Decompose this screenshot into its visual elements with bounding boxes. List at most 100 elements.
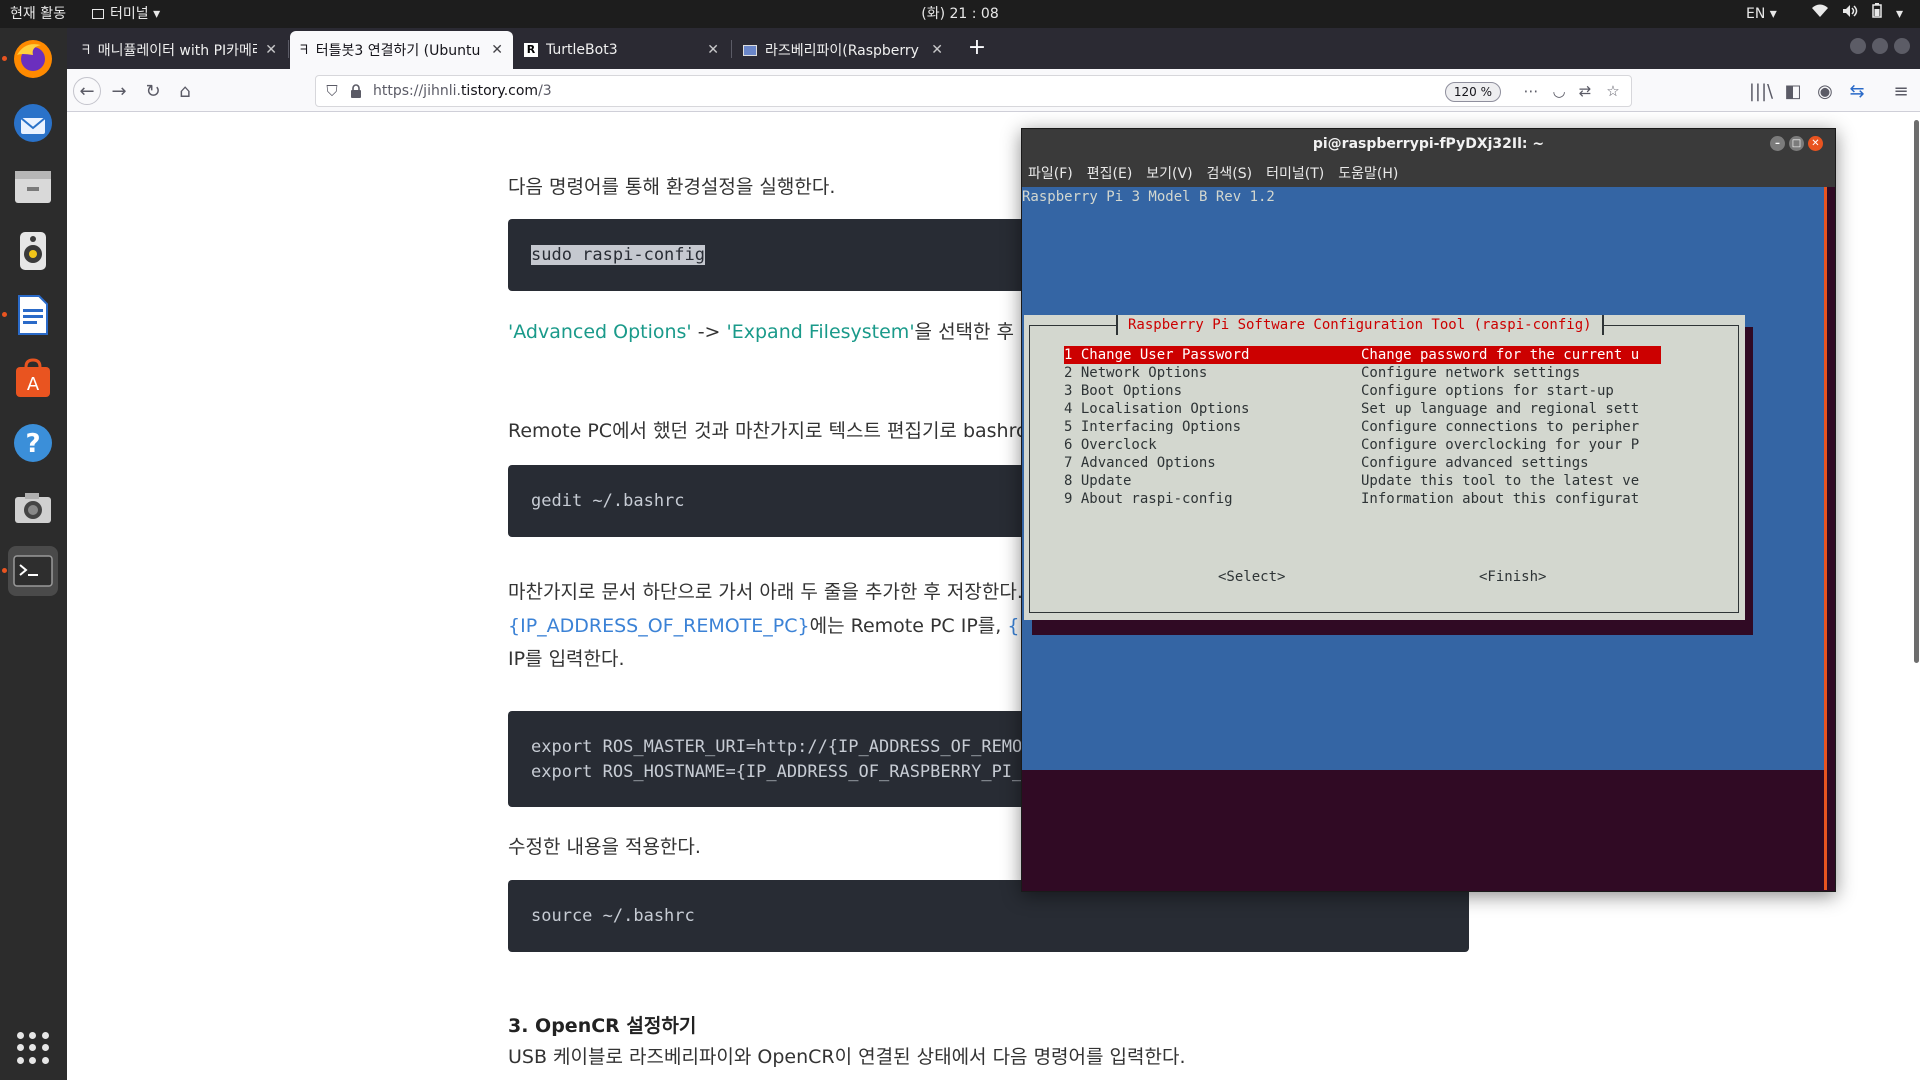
option-desc: Configure network settings	[1361, 365, 1581, 381]
menu-option-2[interactable]: 2 Network Options Configure network setti…	[1064, 364, 1661, 382]
tab-turtlebot3[interactable]: R TurtleBot3 ✕	[514, 31, 729, 69]
back-button[interactable]: ←	[73, 77, 101, 105]
dock-terminal[interactable]	[8, 546, 58, 596]
url-path: /3	[538, 83, 552, 99]
menu-option-1[interactable]: 1 Change User Password Change password fo…	[1064, 346, 1661, 364]
menu-file[interactable]: 파일(F)	[1028, 163, 1073, 183]
close-window-button[interactable]: ✕	[1808, 136, 1823, 151]
menu-option-5[interactable]: 5 Interfacing Options Configure connectio…	[1064, 418, 1661, 436]
zoom-level-badge[interactable]: 120 %	[1444, 82, 1501, 102]
terminal-small-icon	[92, 9, 104, 19]
dock-software[interactable]: A	[8, 354, 58, 404]
show-applications-icon[interactable]	[17, 1032, 49, 1064]
option-label: 1 Change User Password	[1064, 347, 1250, 363]
input-language[interactable]: EN ▾	[1746, 0, 1777, 28]
pocket-icon[interactable]: ◡	[1549, 81, 1569, 101]
dock-files[interactable]	[8, 162, 58, 212]
menu-option-7[interactable]: 7 Advanced Options Configure advanced set…	[1064, 454, 1661, 472]
library-button[interactable]: |||\	[1747, 77, 1775, 105]
home-button[interactable]: ⌂	[171, 77, 199, 105]
model-line: Raspberry Pi 3 Model B Rev 1.2	[1022, 189, 1275, 205]
menu-option-6[interactable]: 6 Overclock Configure overclocking for yo…	[1064, 436, 1661, 454]
app-menu[interactable]: 터미널 ▾	[92, 0, 160, 28]
tab-raspberry-pi[interactable]: 라즈베리파이(Raspberry Pi ✕	[733, 31, 953, 69]
inline-code: 'Advanced Options'	[508, 321, 692, 343]
url-prefix: https://jihnli.	[373, 83, 461, 99]
dock-rhythmbox[interactable]	[8, 226, 58, 276]
option-desc: Set up language and regional sett	[1361, 401, 1640, 417]
option-desc: Update this tool to the latest ve	[1361, 473, 1640, 489]
new-tab-button[interactable]: +	[963, 35, 991, 63]
system-tray[interactable]: ▾	[1812, 0, 1903, 28]
activities-button[interactable]: 현재 활동	[10, 0, 66, 28]
svg-text:?: ?	[25, 429, 40, 459]
arrow-left-icon: ←	[79, 80, 95, 102]
option-label: 8 Update	[1064, 473, 1132, 489]
terminal-screen[interactable]: Raspberry Pi 3 Model B Rev 1.2 Raspberry…	[1022, 187, 1824, 890]
bookmark-star-icon[interactable]: ☆	[1603, 81, 1623, 101]
clock[interactable]: (화) 21 : 08	[921, 6, 999, 22]
forward-button[interactable]: →	[105, 77, 133, 105]
url-text[interactable]: https://jihnli.tistory.com/3	[373, 76, 552, 106]
menu-terminal[interactable]: 터미널(T)	[1266, 163, 1324, 183]
option-desc: Configure overclocking for your P	[1361, 437, 1640, 453]
tab-title: 터틀봇3 연결하기 (Ubuntu	[315, 43, 481, 59]
minimize-button[interactable]	[1850, 38, 1866, 54]
url-bar[interactable]: ⛉ https://jihnli.tistory.com/3 ▤ 120 % ⋯…	[315, 75, 1632, 107]
page-actions-icon[interactable]: ⋯	[1521, 81, 1541, 101]
page-scrollbar[interactable]	[1911, 112, 1920, 1080]
dock-firefox[interactable]	[8, 34, 58, 84]
inline-code: {IP_ADDRESS_OF_REMOTE_PC}	[508, 615, 810, 637]
menu-view[interactable]: 보기(V)	[1146, 163, 1192, 183]
menu-option-4[interactable]: 4 Localisation Options Set up language an…	[1064, 400, 1661, 418]
software-center-icon: A	[16, 358, 50, 397]
app-menu-label: 터미널	[110, 6, 149, 22]
finish-button[interactable]: <Finish>	[1479, 567, 1546, 587]
dock-writer[interactable]	[8, 290, 58, 340]
dock-thunderbird[interactable]	[8, 98, 58, 148]
account-button[interactable]: ◉	[1811, 77, 1839, 105]
option-label: 9 About raspi-config	[1064, 491, 1233, 507]
close-tab-icon[interactable]: ✕	[491, 42, 503, 58]
hamburger-menu-icon: ≡	[1893, 80, 1909, 102]
lock-icon[interactable]	[346, 81, 366, 101]
option-desc: Information about this configurat	[1361, 491, 1640, 507]
tab-separator	[288, 40, 289, 58]
sidebar-button[interactable]: ◧	[1779, 77, 1807, 105]
paragraph: Remote PC에서 했던 것과 마찬가지로 텍스트 편집기로 bashrc	[508, 420, 1027, 442]
sidebar-icon: ◧	[1784, 80, 1802, 102]
code-line: source ~/.bashrc	[531, 906, 695, 926]
extension-button[interactable]: ⇆	[1843, 77, 1871, 105]
menu-search[interactable]: 검색(S)	[1207, 163, 1253, 183]
maximize-button[interactable]: □	[1789, 136, 1804, 151]
option-desc: Change password for the current u	[1361, 346, 1661, 364]
text: ->	[691, 321, 727, 343]
minimize-button[interactable]: –	[1770, 136, 1785, 151]
tab-manipulator[interactable]: ᖷ 매니퓰레이터 with PI카메라 ✕	[72, 31, 287, 69]
close-tab-icon[interactable]: ✕	[707, 42, 719, 58]
gnome-top-bar: 현재 활동 터미널 ▾ (화) 21 : 08 EN ▾ ▾	[0, 0, 1920, 28]
translate-icon[interactable]: ⇄	[1575, 81, 1595, 101]
close-tab-icon[interactable]: ✕	[265, 42, 277, 58]
menu-button[interactable]: ≡	[1887, 77, 1915, 105]
menu-option-3[interactable]: 3 Boot Options Configure options for star…	[1064, 382, 1661, 400]
menu-help[interactable]: 도움말(H)	[1338, 163, 1398, 183]
option-desc: Configure advanced settings	[1361, 455, 1589, 471]
menu-option-9[interactable]: 9 About raspi-config Information about th…	[1064, 490, 1661, 508]
menu-edit[interactable]: 편집(E)	[1087, 163, 1133, 183]
menu-option-8[interactable]: 8 Update Update this tool to the latest v…	[1064, 472, 1661, 490]
option-desc: Configure connections to peripher	[1361, 419, 1640, 435]
caret-down-icon: ▾	[153, 6, 161, 22]
terminal-scrollbar[interactable]	[1824, 187, 1827, 890]
dock-screenshot[interactable]	[8, 482, 58, 532]
terminal-titlebar[interactable]: pi@raspberrypi-fPyDXj32Il: ~ – □ ✕	[1022, 129, 1835, 159]
select-button[interactable]: <Select>	[1218, 567, 1285, 587]
close-tab-icon[interactable]: ✕	[931, 42, 943, 58]
dock-help[interactable]: ?	[8, 418, 58, 468]
shield-icon[interactable]: ⛉	[322, 81, 342, 101]
tab-turtlebot-connect[interactable]: ᖷ 터틀봇3 연결하기 (Ubuntu ✕	[290, 31, 513, 69]
close-window-button[interactable]	[1894, 38, 1910, 54]
scrollbar-thumb[interactable]	[1914, 120, 1919, 663]
reload-button[interactable]: ↻	[139, 77, 167, 105]
maximize-button[interactable]	[1872, 38, 1888, 54]
